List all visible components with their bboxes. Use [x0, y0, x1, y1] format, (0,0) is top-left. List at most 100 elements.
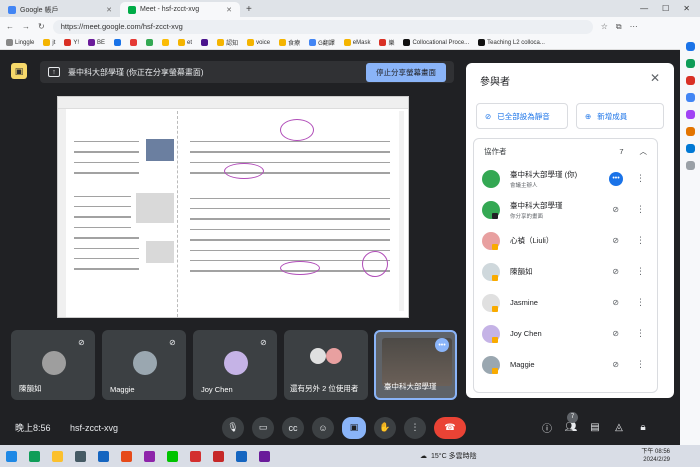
mute-all-button[interactable]: ⊘ 已全部設為靜音 [476, 103, 568, 129]
section-header[interactable]: 協作者 7 ︿ [474, 139, 657, 163]
people-icon[interactable]: 👥︎ 7 [564, 411, 578, 435]
more-options-icon[interactable]: ••• [435, 338, 449, 352]
captions-button[interactable]: cc [282, 416, 304, 439]
weather-widget[interactable]: ☁ 15°C 多雲時陰 [420, 451, 477, 461]
bookmark-item[interactable] [130, 39, 138, 46]
chat-icon[interactable]: ▤ [588, 421, 602, 435]
more-options-button[interactable]: ⋮ [404, 416, 426, 439]
bookmark-item[interactable]: BE [88, 39, 105, 46]
line-icon[interactable] [167, 450, 178, 462]
mic-off-icon[interactable]: ⊘ [612, 360, 619, 369]
app-icon[interactable] [121, 450, 132, 462]
extensions-icon[interactable]: ⧉ [616, 22, 622, 32]
search-icon[interactable] [685, 42, 695, 51]
bookmark-item[interactable]: G翻譯 [309, 38, 335, 47]
bookmark-item[interactable] [201, 39, 209, 46]
mic-off-icon[interactable]: ⊘ [612, 298, 619, 307]
maximize-icon[interactable]: ☐ [662, 4, 669, 13]
close-tab-icon[interactable]: ✕ [106, 6, 112, 14]
bookmark-item[interactable] [114, 39, 122, 46]
mic-off-icon[interactable]: ⊘ [612, 267, 619, 276]
bookmark-item[interactable]: jt [43, 39, 55, 46]
games-icon[interactable] [685, 110, 695, 119]
participant-row[interactable]: Maggie ⊘ ⋮ [474, 349, 657, 380]
raise-hand-button[interactable]: ✋ [374, 416, 396, 439]
mic-off-icon[interactable]: ⊘ [612, 205, 619, 214]
stop-sharing-button[interactable]: 停止分享螢幕畫面 [366, 62, 446, 82]
bookmark-item[interactable]: 認知 [217, 38, 238, 47]
chevron-up-icon[interactable]: ︿ [640, 146, 648, 157]
participant-row[interactable]: 心禎（Liuli） ⊘ ⋮ [474, 225, 657, 256]
star-icon[interactable]: ☆ [601, 22, 608, 31]
forward-icon[interactable]: → [22, 22, 30, 31]
close-tab-icon[interactable]: ✕ [226, 6, 232, 14]
participant-tile[interactable]: ⊘ Joy Chen [193, 330, 277, 400]
pdf-icon[interactable] [213, 450, 224, 462]
participant-row[interactable]: 臺中科大部學瑾 你分享的畫面 ⊘ ⋮ [474, 194, 657, 225]
bookmark-item[interactable]: 食療 [279, 38, 300, 47]
more-options-icon[interactable]: ⋮ [636, 328, 645, 339]
participant-tile[interactable]: ⊘ Maggie [102, 330, 186, 400]
bookmark-item[interactable]: Linggle [6, 39, 34, 46]
self-tile[interactable]: ••• 臺中科大部學瑾 [374, 330, 457, 400]
app-icon[interactable] [98, 450, 109, 462]
app-icon[interactable] [190, 450, 201, 462]
shopping-icon[interactable] [685, 76, 695, 85]
present-button[interactable]: ▣ [342, 416, 366, 439]
back-icon[interactable]: ← [6, 22, 14, 31]
windows-start-icon[interactable] [6, 450, 17, 462]
tools-icon[interactable] [685, 93, 695, 102]
add-people-button[interactable]: ⊕ 新增成員 [576, 103, 664, 129]
files-icon[interactable] [52, 450, 63, 462]
bookmark-item[interactable]: et [178, 39, 192, 46]
host-controls-icon[interactable]: 🔒︎ [636, 421, 650, 435]
minimize-icon[interactable]: — [640, 4, 648, 13]
mic-off-icon[interactable]: ⊘ [612, 236, 619, 245]
tab-meet[interactable]: Meet - hsf-zcct-xvg ✕ [120, 2, 240, 17]
app-icon[interactable] [259, 450, 270, 462]
bookmark-item[interactable]: Teaching L2 colloca... [478, 39, 545, 46]
participant-tile[interactable]: 還有另外 2 位使用者 [284, 330, 368, 400]
system-clock[interactable]: 下午 08:56 2024/2/29 [641, 448, 670, 464]
more-options-icon[interactable]: ⋮ [636, 173, 645, 184]
bookmark-item[interactable]: eMask [343, 39, 370, 46]
participant-tile[interactable]: ⊘ 陳韻如 [11, 330, 95, 400]
participant-row[interactable]: Joy Chen ⊘ ⋮ [474, 318, 657, 349]
app-icon[interactable] [144, 450, 155, 462]
end-call-button[interactable]: ☎ [434, 416, 466, 439]
activities-icon[interactable]: ◬ [612, 421, 626, 435]
bookmark-item[interactable]: Collocational Proce... [403, 39, 469, 46]
bookmark-item[interactable]: voice [247, 39, 270, 46]
more-options-icon[interactable]: ⋮ [636, 359, 645, 370]
camera-button[interactable]: ▭ [252, 416, 274, 439]
bookmark-item[interactable]: Y! [64, 39, 79, 46]
bookmark-item[interactable]: 樂 [379, 38, 394, 47]
bookmark-item[interactable] [162, 39, 170, 46]
outlook-icon[interactable] [685, 144, 695, 153]
office-icon[interactable] [685, 127, 695, 136]
close-icon[interactable]: ✕ [650, 71, 660, 85]
reload-icon[interactable]: ↻ [38, 22, 45, 31]
word-icon[interactable] [236, 450, 247, 462]
close-window-icon[interactable]: ✕ [683, 4, 690, 13]
menu-icon[interactable]: ⋯ [630, 22, 638, 31]
url-field[interactable]: https://meet.google.com/hsf-zcct-xvg [52, 19, 593, 34]
bookmark-item[interactable] [146, 39, 154, 46]
more-options-icon[interactable]: ⋮ [636, 297, 645, 308]
document-scrollbar[interactable] [399, 111, 404, 311]
mic-button[interactable]: 🎙︎ [222, 416, 244, 439]
emoji-button[interactable]: ☺ [312, 416, 334, 439]
participant-row[interactable]: Jasmine ⊘ ⋮ [474, 287, 657, 318]
more-options-icon[interactable]: ⋮ [636, 235, 645, 246]
app-icon[interactable] [75, 450, 86, 462]
more-options-icon[interactable]: ⋮ [636, 266, 645, 277]
copilot-icon[interactable] [685, 59, 695, 68]
edge-icon[interactable] [29, 450, 40, 462]
mic-off-icon[interactable]: ⊘ [612, 329, 619, 338]
participant-row[interactable]: 陳韻如 ⊘ ⋮ [474, 256, 657, 287]
new-tab-button[interactable]: + [240, 2, 258, 17]
participant-row[interactable]: 臺中科大部學瑾 (你) 會議主辦人 ••• ⋮ [474, 163, 657, 194]
add-icon[interactable] [685, 161, 695, 170]
more-options-icon[interactable]: ⋮ [636, 204, 645, 215]
tab-google-account[interactable]: Google 帳戶 ✕ [0, 2, 120, 17]
